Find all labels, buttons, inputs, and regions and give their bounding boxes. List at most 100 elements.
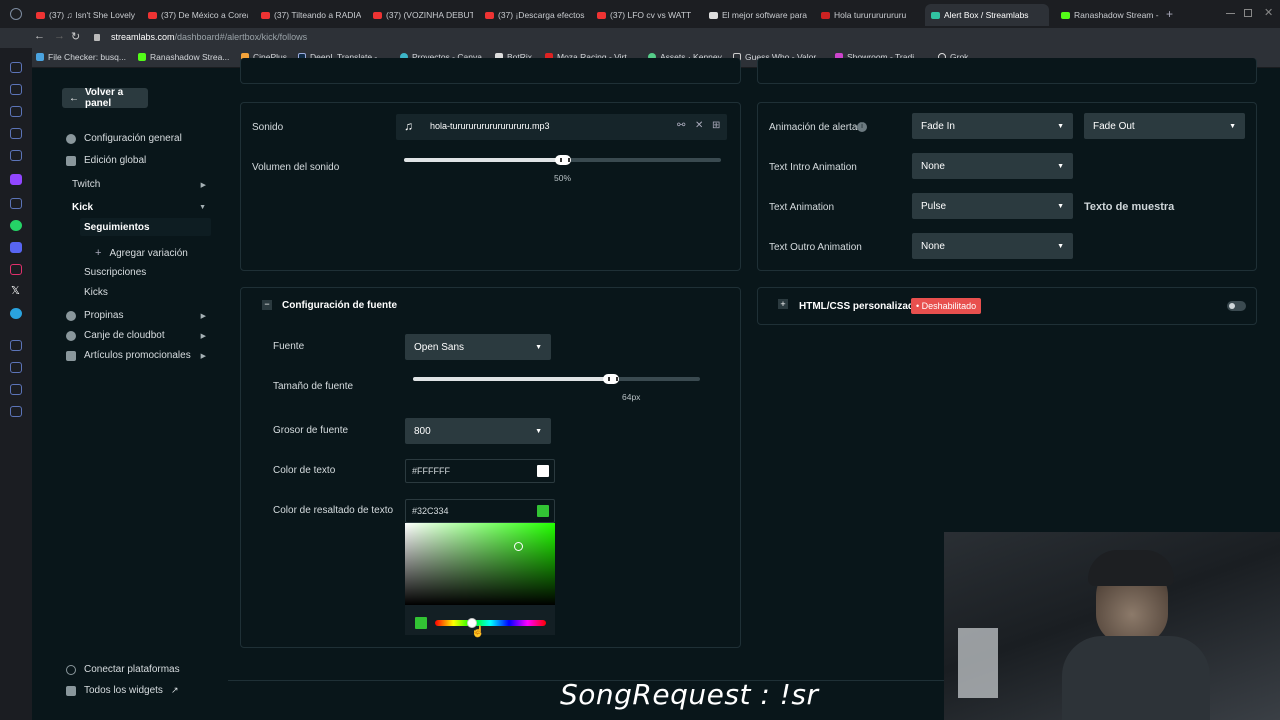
nav-propinas[interactable]: Propinas — [66, 310, 123, 321]
gear-icon — [66, 133, 76, 144]
youtube-icon — [148, 11, 157, 19]
sidebar-icon[interactable] — [10, 62, 22, 73]
nav-promo-items[interactable]: Artículos promocionales — [66, 350, 191, 361]
nav-seguimientos[interactable]: Seguimientos — [84, 222, 150, 233]
bookmark[interactable]: Ranashadow Strea... — [138, 52, 229, 62]
sound-label: Sonido — [252, 122, 284, 133]
sidebar-icon[interactable] — [10, 150, 22, 161]
alert-in-select[interactable]: Fade In ▼ — [912, 113, 1073, 139]
browser-tab-active[interactable]: Alert Box / Streamlabs — [925, 4, 1049, 26]
minimize-icon[interactable] — [1226, 13, 1235, 14]
browser-tab[interactable]: (37) (VOZINHA DEBUT — [367, 4, 473, 26]
reload-icon[interactable]: ↻ — [71, 30, 80, 43]
volume-slider-handle[interactable] — [554, 155, 571, 165]
twitch-icon[interactable] — [10, 174, 22, 185]
sidebar-icon[interactable] — [10, 84, 22, 95]
browser-tab[interactable]: (37) ♫ Isn't She Lovely — [30, 4, 136, 26]
browser-tab-bar: (37) ♫ Isn't She Lovely (37) De México a… — [0, 0, 1280, 28]
bookmark[interactable]: File Checker: busq... — [36, 52, 126, 62]
nav-global-edit[interactable]: Edición global — [66, 155, 146, 166]
new-tab-icon[interactable]: + — [1166, 7, 1173, 21]
collapse-minus-icon[interactable]: − — [262, 300, 272, 310]
connect-platforms-link[interactable]: Conectar plataformas — [66, 664, 180, 675]
font-weight-select[interactable]: 800 ▼ — [405, 418, 551, 444]
nav-kick[interactable]: Kick — [72, 202, 93, 213]
url-input[interactable]: streamlabs.com/dashboard#/alertbox/kick/… — [111, 32, 307, 42]
browser-tab[interactable]: (37) De México a Corea — [142, 4, 248, 26]
browser-tab[interactable]: (37) LFO cv vs WATT — [591, 4, 697, 26]
intro-animation-select[interactable]: None ▼ — [912, 153, 1073, 179]
back-arrow-icon[interactable]: ← — [34, 30, 45, 42]
site-icon — [821, 11, 830, 19]
custom-css-toggle[interactable] — [1227, 301, 1246, 311]
browser-menu-icon[interactable] — [10, 8, 22, 20]
streamer-body — [1062, 636, 1210, 720]
instagram-icon[interactable] — [10, 264, 22, 275]
sidebar-icon[interactable] — [10, 128, 22, 139]
library-grid-icon[interactable]: ⊞ — [712, 120, 720, 131]
sound-file-field[interactable]: ♫ hola-turururururururururu.mp3 ⚯ ✕ ⊞ — [396, 114, 727, 140]
text-animation-select[interactable]: Pulse ▼ — [912, 193, 1073, 219]
browser-tab[interactable]: Hola tururururururu — [815, 4, 921, 26]
sidebar-icon[interactable] — [10, 384, 22, 395]
custom-css-label: HTML/CSS personalizado — [799, 301, 921, 312]
browser-tab[interactable]: (37) ¡Descarga efectos — [479, 4, 585, 26]
highlight-color-input[interactable]: #32C334 — [405, 499, 555, 523]
webcam-overlay — [944, 532, 1280, 720]
maximize-icon[interactable] — [1244, 9, 1252, 17]
youtube-icon — [485, 11, 494, 19]
mouse-cursor-icon: ☝ — [471, 626, 485, 638]
sidebar-icon[interactable] — [10, 362, 22, 373]
text-color-input[interactable]: #FFFFFF — [405, 459, 555, 483]
volume-slider[interactable] — [404, 155, 721, 165]
sound-panel: Sonido ♫ hola-turururururururururu.mp3 ⚯… — [240, 102, 741, 271]
add-variation-button[interactable]: + Agregar variación — [95, 247, 188, 259]
caret-down-icon: ▼ — [1229, 122, 1236, 130]
bookmark-icon — [36, 53, 44, 61]
clear-sound-icon[interactable]: ✕ — [695, 120, 703, 131]
sidebar-icon[interactable] — [10, 106, 22, 117]
outro-animation-select[interactable]: None ▼ — [912, 233, 1073, 259]
nav-kicks[interactable]: Kicks — [84, 287, 108, 298]
hue-slider[interactable] — [435, 618, 546, 628]
sidebar-icon[interactable] — [10, 198, 22, 209]
alert-out-select[interactable]: Fade Out ▼ — [1084, 113, 1245, 139]
toggle-knob — [1229, 303, 1235, 309]
close-window-icon[interactable]: ✕ — [1264, 6, 1273, 19]
saturation-value-area[interactable] — [405, 523, 555, 605]
font-size-slider[interactable] — [413, 374, 700, 384]
youtube-icon — [597, 11, 606, 19]
kick-icon — [1061, 11, 1070, 19]
browser-tab[interactable]: (37) Tilteando a RADIA — [255, 4, 361, 26]
browser-tab[interactable]: Ranashadow Stream - — [1055, 4, 1159, 26]
font-family-select[interactable]: Open Sans ▼ — [405, 334, 551, 360]
browser-tab[interactable]: El mejor software para — [703, 4, 809, 26]
link-icon — [66, 664, 76, 675]
nav-suscripciones[interactable]: Suscripciones — [84, 267, 146, 278]
telegram-icon[interactable] — [10, 308, 22, 319]
link-icon[interactable]: ⚯ — [677, 120, 685, 131]
chevron-down-icon: ▼ — [199, 204, 206, 211]
nav-general-settings[interactable]: Configuración general — [66, 133, 182, 144]
saturation-cursor[interactable] — [514, 542, 523, 551]
cloudbot-icon — [66, 330, 76, 341]
font-size-slider-handle[interactable] — [603, 374, 620, 384]
highlight-color-label: Color de resaltado de texto — [273, 505, 394, 516]
volume-value: 50% — [554, 173, 572, 183]
whatsapp-icon[interactable] — [10, 220, 22, 231]
sidebar-icon[interactable] — [10, 340, 22, 351]
forward-arrow-icon[interactable]: → — [54, 30, 65, 42]
all-widgets-link[interactable]: Todos los widgets ↗ — [66, 685, 178, 696]
alertbox-sidebar: ← Volver a panel Configuración general E… — [32, 68, 228, 720]
highlight-color-swatch[interactable] — [537, 505, 549, 517]
expand-plus-icon[interactable]: + — [778, 299, 788, 309]
info-icon[interactable]: i — [857, 122, 867, 132]
back-to-panel-button[interactable]: ← Volver a panel — [62, 87, 148, 109]
nav-cloudbot[interactable]: Canje de cloudbot — [66, 330, 165, 341]
text-color-swatch[interactable] — [537, 465, 549, 477]
nav-twitch[interactable]: Twitch — [72, 179, 100, 190]
caret-down-icon: ▼ — [1057, 202, 1064, 210]
x-icon[interactable]: 𝕏 — [11, 284, 20, 297]
sidebar-icon[interactable] — [10, 406, 22, 417]
discord-icon[interactable] — [10, 242, 22, 253]
